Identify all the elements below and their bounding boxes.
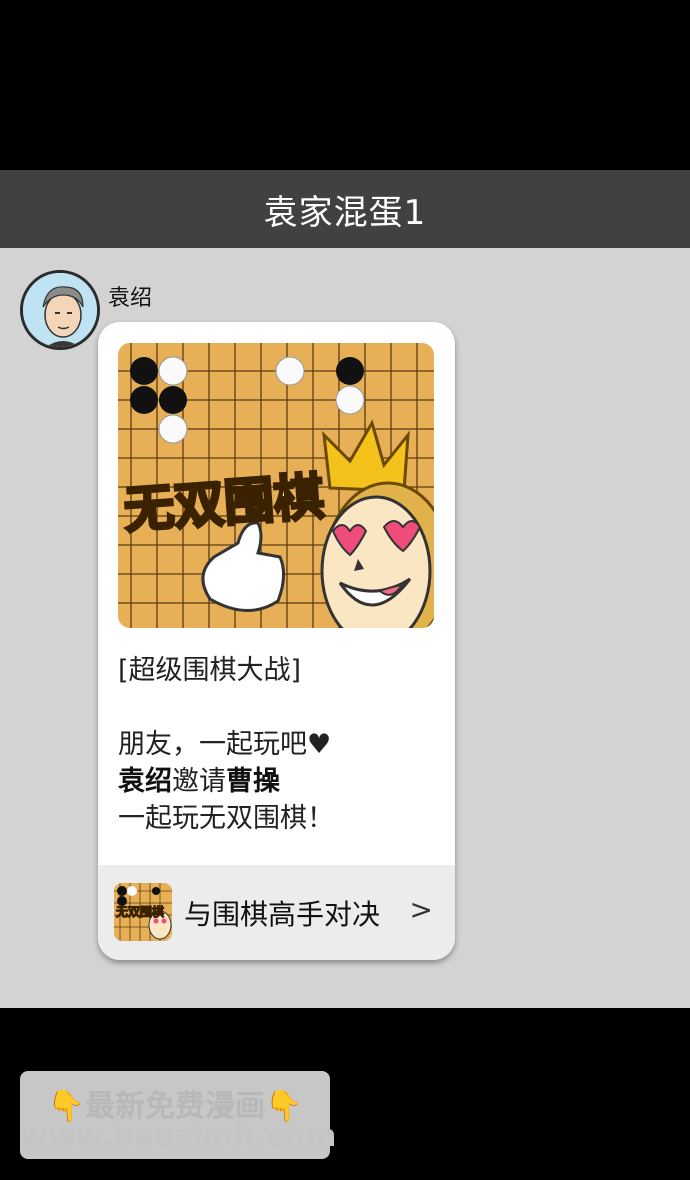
invite-message: 朋友，一起玩吧♥ 袁绍邀请曹操 一起玩无双围棋！ bbox=[118, 726, 438, 837]
invite-line-1: 朋友，一起玩吧♥ bbox=[118, 729, 332, 760]
chat-body: 袁绍 无双围棋 [超级围棋大战] 朋友，一起玩吧♥ 袁绍邀请曹操 一起玩无双围棋… bbox=[0, 248, 690, 1008]
invite-line-2: 袁绍邀请曹操 bbox=[118, 763, 438, 800]
challenge-master-label: 与围棋高手对决 bbox=[184, 898, 381, 931]
chat-header: 袁家混蛋1 bbox=[0, 170, 690, 248]
game-banner-image: 无双围棋 bbox=[118, 343, 434, 628]
sender-name: 袁绍 bbox=[108, 286, 153, 311]
invite-line-3: 一起玩无双围棋！ bbox=[118, 803, 334, 834]
game-invite-card[interactable]: 无双围棋 [超级围棋大战] 朋友，一起玩吧♥ 袁绍邀请曹操 一起玩无双围棋！ 无… bbox=[98, 322, 455, 960]
chevron-right-icon: > bbox=[409, 893, 433, 926]
inviter-name: 袁绍 bbox=[118, 766, 172, 797]
top-black-bar bbox=[0, 0, 690, 170]
sender-avatar[interactable] bbox=[20, 270, 100, 350]
chat-title: 袁家混蛋1 bbox=[263, 192, 427, 233]
game-tag: [超级围棋大战] bbox=[118, 655, 302, 686]
app-icon-title: 无双围棋 bbox=[115, 904, 164, 919]
invitee-name: 曹操 bbox=[226, 766, 280, 797]
challenge-master-button[interactable]: 无双围棋 与围棋高手对决 > bbox=[98, 865, 455, 960]
game-app-icon: 无双围棋 bbox=[114, 883, 172, 941]
watermark-url: www.baozimh.com bbox=[20, 1119, 337, 1154]
invite-word: 邀请 bbox=[172, 766, 226, 797]
site-watermark[interactable]: 👇最新免费漫画👇 www.baozimh.com bbox=[20, 1071, 337, 1159]
